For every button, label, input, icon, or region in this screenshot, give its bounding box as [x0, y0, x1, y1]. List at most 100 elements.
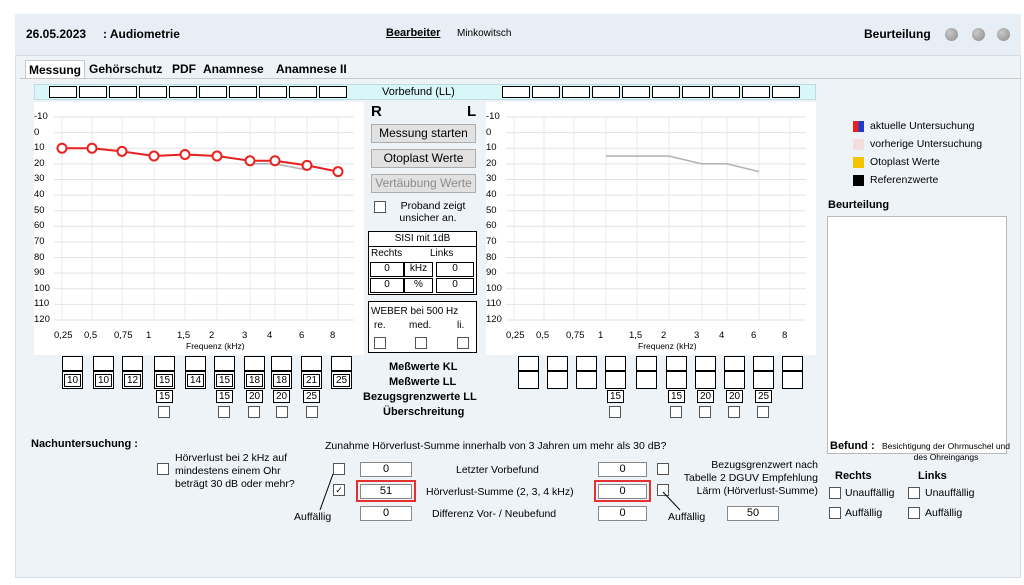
letzter-vorbefund-left[interactable]: 0 [598, 462, 647, 477]
tab-anamnese[interactable]: Anamnese [200, 60, 267, 78]
rating-circle-icon[interactable] [997, 28, 1010, 41]
messwerte-ll-left[interactable] [605, 371, 626, 389]
messwerte-kl-right[interactable] [122, 356, 143, 371]
data-point[interactable] [179, 148, 191, 160]
messwerte-ll-right[interactable]: 15 [216, 374, 233, 387]
otoplast-werte-button[interactable]: Otoplast Werte [371, 149, 476, 168]
ueberschreitung-left-checkbox[interactable] [728, 406, 740, 418]
messwerte-ll-left[interactable] [666, 371, 687, 389]
messwerte-ll-left[interactable] [547, 371, 568, 389]
vertaeubung-werte-button[interactable]: Vertäubung Werte [371, 174, 476, 193]
data-point[interactable] [244, 155, 256, 167]
ueberschreitung-right-checkbox[interactable] [306, 406, 318, 418]
sisi-rechts-percent[interactable]: 0 [370, 278, 404, 293]
messwerte-ll-right[interactable]: 21 [303, 374, 320, 387]
vorbefund-left-box[interactable] [682, 86, 710, 98]
hoerverlust-2khz-checkbox[interactable] [157, 463, 169, 475]
data-point[interactable] [332, 166, 344, 178]
tab-gehoerschutz[interactable]: Gehörschutz [86, 60, 165, 78]
vorbefund-left-box[interactable] [742, 86, 770, 98]
vorbefund-right-box[interactable] [139, 86, 167, 98]
data-point[interactable] [148, 150, 160, 162]
messwerte-ll-right[interactable]: 14 [187, 374, 204, 387]
sisi-links-percent[interactable]: 0 [436, 278, 474, 293]
ueberschreitung-right-checkbox[interactable] [158, 406, 170, 418]
messwerte-ll-left[interactable] [782, 371, 803, 389]
vorbefund-left-box[interactable] [652, 86, 680, 98]
ueberschreitung-left-checkbox[interactable] [757, 406, 769, 418]
vorbefund-left-box[interactable] [592, 86, 620, 98]
messwerte-kl-left[interactable] [666, 356, 687, 371]
bezugsgrenzwert-right[interactable]: 25 [303, 390, 320, 403]
messwerte-ll-left[interactable] [724, 371, 745, 389]
messwerte-kl-left[interactable] [695, 356, 716, 371]
messwerte-kl-left[interactable] [782, 356, 803, 371]
messwerte-kl-right[interactable] [185, 356, 206, 371]
letzter-vorbefund-right[interactable]: 0 [360, 462, 412, 477]
tab-messung[interactable]: Messung [25, 60, 86, 78]
sisi-links-khz[interactable]: 0 [436, 262, 474, 277]
messwerte-ll-left[interactable] [753, 371, 774, 389]
bezugsgrenzwert-right[interactable]: 20 [273, 390, 290, 403]
messwerte-kl-right[interactable] [331, 356, 352, 371]
messwerte-ll-right[interactable]: 12 [124, 374, 141, 387]
bezugsgrenzwert-left[interactable]: 20 [726, 390, 743, 403]
weber-li-checkbox[interactable] [457, 337, 469, 349]
vorbefund-right-box[interactable] [229, 86, 257, 98]
messwerte-kl-left[interactable] [724, 356, 745, 371]
messwerte-kl-right[interactable] [154, 356, 175, 371]
ueberschreitung-left-checkbox[interactable] [609, 406, 621, 418]
messwerte-ll-left[interactable] [636, 371, 657, 389]
rechts-auffaellig-checkbox[interactable] [829, 507, 841, 519]
data-point[interactable] [301, 159, 313, 171]
messwerte-ll-right[interactable]: 25 [333, 374, 350, 387]
differenz-left[interactable]: 0 [598, 506, 647, 521]
bearbeiter-link[interactable]: Bearbeiter [386, 27, 440, 39]
rating-circle-icon[interactable] [972, 28, 985, 41]
messwerte-kl-left[interactable] [547, 356, 568, 371]
vorbefund-right-box[interactable] [319, 86, 347, 98]
ueberschreitung-left-checkbox[interactable] [699, 406, 711, 418]
data-point[interactable] [56, 142, 68, 154]
bezugsgrenzwert-left[interactable]: 20 [697, 390, 714, 403]
vorbefund-left-box[interactable] [562, 86, 590, 98]
messwerte-kl-left[interactable] [576, 356, 597, 371]
vorbefund-right-box[interactable] [259, 86, 287, 98]
data-point[interactable] [86, 142, 98, 154]
messwerte-ll-left[interactable] [576, 371, 597, 389]
bezugsgrenzwert-right[interactable]: 15 [216, 390, 233, 403]
messwerte-kl-right[interactable] [62, 356, 83, 371]
links-unauffaellig-checkbox[interactable] [908, 487, 920, 499]
vorbefund-right-box[interactable] [79, 86, 107, 98]
messwerte-kl-right[interactable] [271, 356, 292, 371]
data-point[interactable] [116, 145, 128, 157]
sisi-rechts-khz[interactable]: 0 [370, 262, 404, 277]
vorbefund-left-box[interactable] [502, 86, 530, 98]
vorbefund-left-box[interactable] [712, 86, 740, 98]
bezugsgrenzwert-left[interactable]: 15 [668, 390, 685, 403]
vorbefund-right-box[interactable] [199, 86, 227, 98]
ueberschreitung-right-checkbox[interactable] [276, 406, 288, 418]
vorbefund-right-box[interactable] [49, 86, 77, 98]
data-point[interactable] [269, 155, 281, 167]
vorbefund-left-box[interactable] [532, 86, 560, 98]
weber-med-checkbox[interactable] [415, 337, 427, 349]
weber-re-checkbox[interactable] [374, 337, 386, 349]
messwerte-ll-right[interactable]: 15 [156, 374, 173, 387]
bezugsgrenzwert-right[interactable]: 20 [246, 390, 263, 403]
messwerte-kl-left[interactable] [605, 356, 626, 371]
zunahme-left-checkbox[interactable] [657, 463, 669, 475]
ueberschreitung-right-checkbox[interactable] [218, 406, 230, 418]
vorbefund-right-box[interactable] [169, 86, 197, 98]
bezugsgrenzwert-value[interactable]: 50 [727, 506, 779, 521]
messwerte-kl-right[interactable] [244, 356, 265, 371]
vorbefund-left-box[interactable] [772, 86, 800, 98]
messwerte-ll-right[interactable]: 10 [64, 374, 81, 387]
messwerte-ll-left[interactable] [518, 371, 539, 389]
messwerte-ll-right[interactable]: 18 [246, 374, 263, 387]
bezugsgrenzwert-right[interactable]: 15 [156, 390, 173, 403]
ueberschreitung-left-checkbox[interactable] [670, 406, 682, 418]
vorbefund-right-box[interactable] [109, 86, 137, 98]
tab-anamnese-2[interactable]: Anamnese II [273, 60, 350, 78]
links-auffaellig-checkbox[interactable] [908, 507, 920, 519]
